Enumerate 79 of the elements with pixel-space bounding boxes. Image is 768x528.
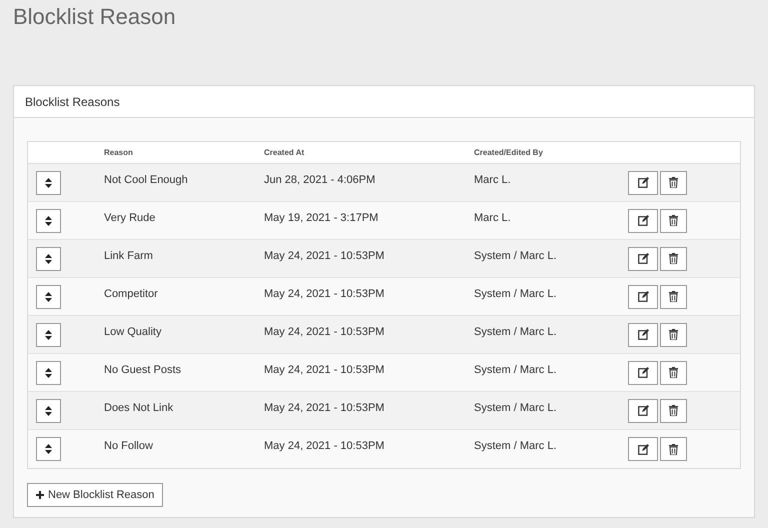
table-cell: System / Marc L. — [474, 402, 557, 414]
sort-icon — [45, 444, 52, 454]
column-header: Reason — [104, 148, 133, 156]
edit-icon — [638, 215, 648, 226]
table-cell: System / Marc L. — [474, 440, 557, 452]
table-cell: May 24, 2021 - 10:53PM — [264, 440, 384, 452]
table-cell: System / Marc L. — [474, 326, 557, 338]
trash-icon — [669, 367, 678, 378]
edit-icon — [638, 177, 648, 188]
delete-button[interactable] — [660, 398, 687, 422]
delete-button[interactable] — [660, 284, 687, 308]
sort-icon — [45, 216, 52, 226]
table-cell: May 19, 2021 - 3:17PM — [264, 212, 378, 224]
table-cell: System / Marc L. — [474, 250, 557, 262]
trash-icon — [669, 405, 678, 416]
edit-button[interactable] — [628, 398, 658, 422]
table-cell: Not Cool Enough — [104, 174, 188, 186]
edit-icon — [638, 253, 648, 264]
table-cell: Does Not Link — [104, 402, 174, 414]
drag-handle[interactable] — [36, 284, 61, 308]
drag-handle[interactable] — [36, 246, 61, 270]
sort-icon — [45, 254, 52, 264]
edit-icon — [638, 444, 648, 454]
table-cell: Link Farm — [104, 250, 153, 262]
delete-button[interactable] — [660, 208, 687, 232]
table-cell: System / Marc L. — [474, 364, 557, 376]
edit-button[interactable] — [628, 284, 658, 308]
drag-handle[interactable] — [36, 170, 61, 194]
sort-icon — [45, 178, 52, 188]
edit-icon — [638, 367, 648, 378]
table-cell: Competitor — [104, 288, 158, 300]
drag-handle[interactable] — [36, 360, 61, 384]
table-cell: Jun 28, 2021 - 4:06PM — [264, 174, 376, 186]
drag-handle[interactable] — [36, 322, 61, 346]
delete-button[interactable] — [660, 170, 687, 194]
edit-button[interactable] — [628, 208, 658, 232]
trash-icon — [669, 177, 678, 188]
table-cell: Marc L. — [474, 174, 511, 186]
table-cell: Low Quality — [104, 326, 162, 338]
delete-button[interactable] — [660, 360, 687, 384]
delete-button[interactable] — [660, 246, 687, 270]
edit-icon — [638, 405, 648, 416]
table-cell: No Follow — [104, 440, 153, 452]
new-reason-button[interactable]: New Blocklist Reason — [27, 483, 164, 507]
table-cell: Very Rude — [104, 212, 156, 224]
plus-icon — [36, 491, 44, 499]
panel-title: Blocklist Reasons — [25, 94, 120, 110]
trash-icon — [669, 253, 678, 264]
edit-button[interactable] — [628, 437, 658, 461]
trash-icon — [669, 329, 678, 340]
sort-icon — [45, 330, 52, 340]
table-cell: May 24, 2021 - 10:53PM — [264, 402, 384, 414]
edit-button[interactable] — [628, 170, 658, 194]
delete-button[interactable] — [660, 437, 687, 461]
edit-icon — [638, 291, 648, 302]
drag-handle[interactable] — [36, 208, 61, 232]
column-header: Created At — [264, 148, 304, 156]
delete-button[interactable] — [660, 322, 687, 346]
edit-icon — [638, 329, 648, 340]
table-cell: Marc L. — [474, 212, 511, 224]
edit-button[interactable] — [628, 322, 658, 346]
sort-icon — [45, 292, 52, 302]
trash-icon — [669, 215, 678, 226]
drag-handle[interactable] — [36, 437, 61, 461]
trash-icon — [669, 291, 678, 302]
drag-handle[interactable] — [36, 398, 61, 422]
sort-icon — [45, 368, 52, 378]
table-cell: May 24, 2021 - 10:53PM — [264, 288, 384, 300]
table-cell: No Guest Posts — [104, 364, 182, 376]
edit-button[interactable] — [628, 360, 658, 384]
table-cell: May 24, 2021 - 10:53PM — [264, 250, 384, 262]
page-title: Blocklist Reason — [13, 3, 176, 31]
column-header: Created/Edited By — [474, 148, 543, 156]
table-cell: May 24, 2021 - 10:53PM — [264, 364, 384, 376]
trash-icon — [669, 444, 678, 454]
edit-button[interactable] — [628, 246, 658, 270]
table-cell: May 24, 2021 - 10:53PM — [264, 326, 384, 338]
table-cell: System / Marc L. — [474, 288, 557, 300]
sort-icon — [45, 406, 52, 416]
